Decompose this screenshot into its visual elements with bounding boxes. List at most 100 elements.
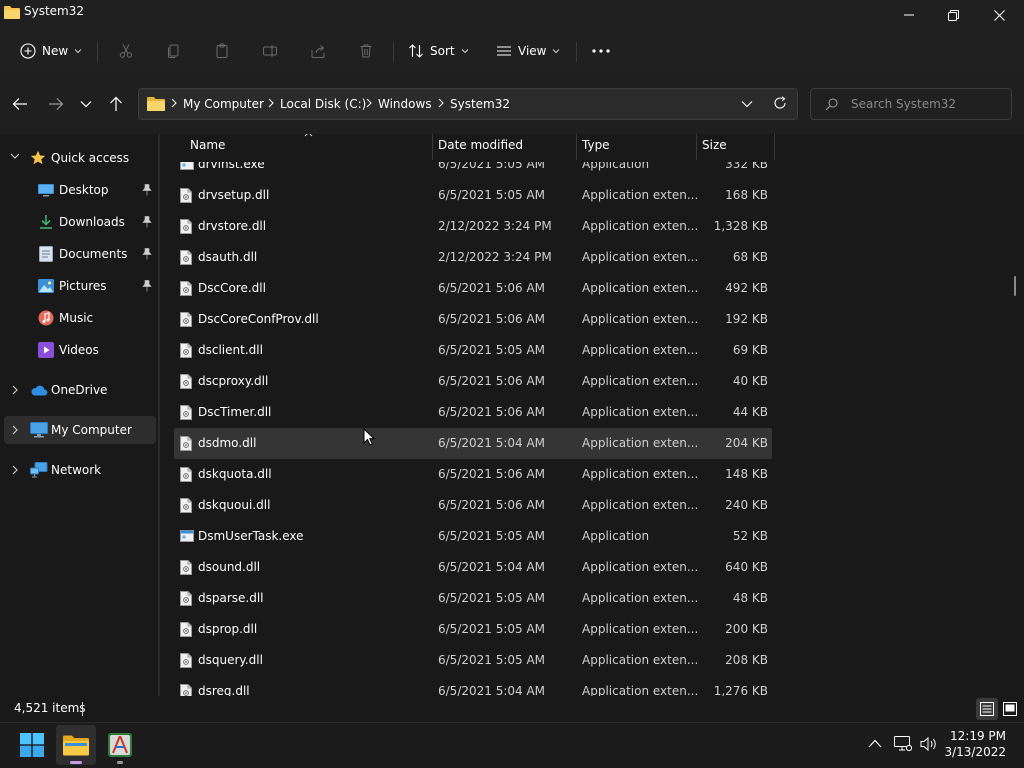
search-box[interactable]: Search System32 — [810, 88, 1012, 120]
volume-icon[interactable] — [920, 736, 938, 752]
delete-button[interactable] — [352, 36, 380, 66]
recent-locations-button[interactable] — [72, 90, 100, 118]
table-row[interactable]: dsound.dll 6/5/2021 5:04 AM Application ex… — [174, 552, 772, 583]
column-header-name[interactable]: Name — [190, 134, 225, 162]
table-row[interactable]: dsquery.dll 6/5/2021 5:05 AM Application e… — [174, 645, 772, 676]
dll-file-icon — [180, 281, 192, 296]
sidebar-item-quick-access[interactable]: Quick access — [4, 144, 156, 172]
file-date-modified: 2/12/2022 3:24 PM — [438, 250, 552, 264]
font-app-icon — [108, 733, 132, 757]
sidebar-item-documents[interactable]: Documents — [4, 240, 156, 268]
sidebar-item-videos[interactable]: Videos — [4, 336, 156, 364]
sidebar-item-desktop[interactable]: Desktop — [4, 176, 156, 204]
table-row[interactable]: dsclient.dll 6/5/2021 5:05 AM Application … — [174, 335, 772, 366]
sidebar-item-label: Downloads — [59, 215, 125, 229]
details-view-button[interactable] — [976, 698, 998, 720]
taskbar-clock-date[interactable]: 3/13/2022 — [944, 745, 1006, 759]
sidebar-item-my-computer[interactable]: My Computer — [4, 416, 156, 444]
share-button[interactable] — [304, 36, 332, 66]
table-row[interactable]: DsmUserTask.exe 6/5/2021 5:05 AM Applicati… — [174, 521, 772, 552]
column-header-date[interactable]: Date modified — [438, 134, 523, 162]
file-name: drvstore.dll — [198, 219, 267, 233]
network-status-icon[interactable] — [894, 736, 912, 752]
chevron-right-icon[interactable] — [12, 425, 19, 435]
sidebar-item-onedrive[interactable]: OneDrive — [4, 376, 156, 404]
table-row[interactable]: DscCoreConfProv.dll 6/5/2021 5:06 AM Appli… — [174, 304, 772, 335]
new-button[interactable]: New — [14, 36, 88, 66]
mouse-pointer-icon — [363, 428, 375, 446]
pin-icon[interactable] — [142, 216, 152, 228]
refresh-icon[interactable] — [773, 96, 787, 110]
column-divider[interactable] — [696, 134, 697, 160]
start-button[interactable] — [12, 725, 52, 765]
address-bar[interactable]: My Computer Local Disk (C:) Windows Syst… — [138, 88, 798, 120]
column-divider[interactable] — [432, 134, 433, 160]
forward-button[interactable] — [42, 90, 70, 118]
breadcrumb-windows[interactable]: Windows — [378, 97, 432, 111]
column-header-size[interactable]: Size — [702, 134, 727, 162]
address-history-chevron-icon[interactable] — [741, 100, 753, 108]
table-row[interactable]: dsprop.dll 6/5/2021 5:05 AM Application ex… — [174, 614, 772, 645]
scissors-icon — [118, 43, 134, 59]
dll-file-icon — [180, 312, 192, 327]
taskbar-font-app[interactable] — [100, 725, 140, 765]
breadcrumb-local-disk[interactable]: Local Disk (C:) — [280, 97, 366, 111]
pin-icon[interactable] — [142, 280, 152, 292]
dll-file-icon — [180, 250, 192, 265]
chevron-down-icon[interactable] — [10, 153, 20, 160]
back-button[interactable] — [6, 90, 34, 118]
table-row[interactable]: dsreg.dll 6/5/2021 5:04 AM Application ext… — [174, 676, 772, 696]
sidebar-item-label: OneDrive — [51, 383, 108, 397]
table-row[interactable]: DscCore.dll 6/5/2021 5:06 AM Application e… — [174, 273, 772, 304]
table-row[interactable]: dsparse.dll 6/5/2021 5:05 AM Application e… — [174, 583, 772, 614]
sort-button[interactable]: Sort — [402, 36, 475, 66]
column-divider[interactable] — [774, 134, 775, 160]
file-type: Application exten... — [582, 219, 699, 233]
table-row[interactable]: dskquota.dll 6/5/2021 5:06 AM Application … — [174, 459, 772, 490]
breadcrumb-system32[interactable]: System32 — [450, 97, 510, 111]
more-options-button[interactable] — [586, 36, 616, 66]
table-row[interactable]: DscTimer.dll 6/5/2021 5:06 AM Application … — [174, 397, 772, 428]
sidebar-item-label: Network — [51, 463, 102, 477]
table-row[interactable]: drvsetup.dll 6/5/2021 5:05 AM Application … — [174, 180, 772, 211]
file-date-modified: 6/5/2021 5:06 AM — [438, 467, 546, 481]
up-button[interactable] — [102, 90, 130, 118]
sidebar-item-label: Desktop — [59, 183, 109, 197]
minimize-button[interactable] — [886, 0, 932, 30]
copy-button[interactable] — [160, 36, 188, 66]
pin-icon[interactable] — [142, 184, 152, 196]
download-icon — [38, 214, 54, 230]
view-button[interactable]: View — [490, 36, 566, 66]
breadcrumb-my-computer[interactable]: My Computer — [183, 97, 264, 111]
table-row[interactable]: dsdmo.dll 6/5/2021 5:04 AM Application ext… — [174, 428, 772, 459]
close-button[interactable] — [976, 0, 1022, 30]
table-row[interactable]: dsauth.dll 2/12/2022 3:24 PM Application e… — [174, 242, 772, 273]
taskbar-clock-time[interactable]: 12:19 PM — [950, 729, 1006, 743]
chevron-down-icon — [80, 100, 92, 108]
pin-icon[interactable] — [142, 248, 152, 260]
sidebar-item-music[interactable]: Music — [4, 304, 156, 332]
details-view-icon — [980, 702, 994, 716]
show-hidden-icons-chevron-icon[interactable] — [868, 739, 882, 748]
chevron-right-icon[interactable] — [12, 385, 19, 395]
sidebar-item-downloads[interactable]: Downloads — [4, 208, 156, 236]
table-row[interactable]: drvstore.dll 2/12/2022 3:24 PM Application… — [174, 211, 772, 242]
table-row[interactable]: drvinst.exe 6/5/2021 5:05 AM Application 33… — [174, 162, 772, 180]
status-bar: 4,521 items — [0, 696, 1024, 722]
rename-button[interactable] — [256, 36, 284, 66]
table-row[interactable]: dskquoui.dll 6/5/2021 5:06 AM Application … — [174, 490, 772, 521]
sidebar-item-network[interactable]: Network — [4, 456, 156, 484]
taskbar-file-explorer[interactable] — [56, 725, 96, 765]
cut-button[interactable] — [112, 36, 140, 66]
restore-button[interactable] — [930, 0, 976, 30]
column-divider[interactable] — [576, 134, 577, 160]
table-row[interactable]: dscproxy.dll 6/5/2021 5:06 AM Application … — [174, 366, 772, 397]
chevron-right-icon[interactable] — [12, 465, 19, 475]
command-bar: New Sort View — [0, 30, 1024, 72]
large-icons-view-button[interactable] — [1000, 698, 1020, 720]
file-name: DscCoreConfProv.dll — [198, 312, 319, 326]
column-header-type[interactable]: Type — [582, 134, 610, 162]
paste-button[interactable] — [208, 36, 236, 66]
sidebar-item-pictures[interactable]: Pictures — [4, 272, 156, 300]
vertical-scrollbar-thumb[interactable] — [1014, 276, 1016, 296]
